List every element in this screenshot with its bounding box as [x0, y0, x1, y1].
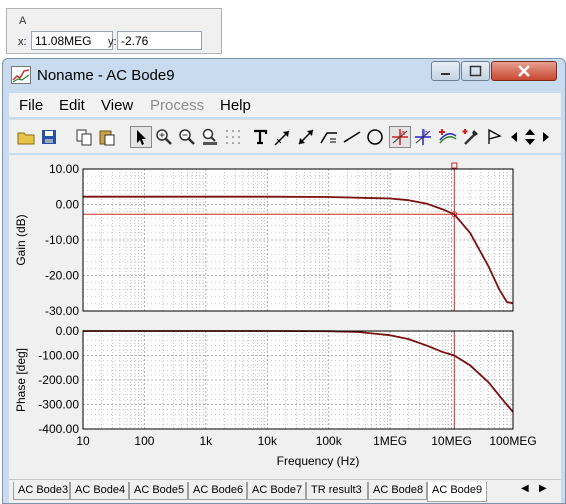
menu-bar: File Edit View Process Help [9, 93, 561, 117]
line-icon[interactable] [341, 126, 363, 148]
x-value-field[interactable]: 11.08MEG [31, 31, 113, 50]
cursor-a-icon[interactable]: a [389, 126, 411, 148]
cursor-caption: A [19, 15, 27, 27]
minimize-button[interactable] [431, 61, 460, 81]
x-tick-label: 1k [200, 434, 214, 448]
menu-file[interactable]: File [19, 97, 43, 114]
tab-ac-bode9[interactable]: AC Bode9 [427, 482, 487, 502]
tab-ac-bode8[interactable]: AC Bode8 [368, 482, 427, 500]
y-tick-label: 0.00 [56, 324, 80, 338]
y-tick-label: -20.00 [45, 269, 79, 283]
tab-scroll-right-icon[interactable]: ▶ [539, 483, 547, 494]
cursor-b-icon[interactable]: b [412, 126, 434, 148]
scroll-left-icon[interactable] [507, 126, 519, 148]
svg-text:b: b [424, 130, 428, 137]
curve-annotation-icon[interactable] [318, 126, 340, 148]
y-tick-label: -30.00 [45, 304, 79, 318]
x-tick-label: 10MEG [431, 434, 472, 448]
menu-process[interactable]: Process [150, 97, 204, 114]
zoom-out-icon[interactable] [176, 126, 198, 148]
x-tick-label: 100 [134, 434, 154, 448]
y-tick-label: 0.00 [56, 198, 80, 212]
circle-icon[interactable] [364, 126, 386, 148]
x-tick-label: 100k [316, 434, 343, 448]
toolbar: a b [9, 119, 561, 153]
dimension-icon[interactable] [295, 126, 317, 148]
tab-tr-result3[interactable]: TR result3 [306, 482, 368, 500]
paste-icon[interactable] [96, 126, 118, 148]
tab-ac-bode5[interactable]: AC Bode5 [129, 482, 188, 500]
x-tick-label: 10 [76, 434, 90, 448]
y-axis-label: Phase [deg] [14, 348, 28, 412]
tab-ac-bode6[interactable]: AC Bode6 [188, 482, 247, 500]
close-button[interactable] [491, 61, 557, 81]
y-tick-label: -300.00 [38, 398, 79, 412]
tab-ac-bode3[interactable]: AC Bode3 [13, 482, 70, 500]
select-arrow-icon[interactable] [130, 126, 152, 148]
menu-view[interactable]: View [101, 97, 133, 114]
save-icon[interactable] [38, 126, 60, 148]
window-title: Noname - AC Bode9 [37, 67, 175, 84]
copy-icon[interactable] [73, 126, 95, 148]
y-label: y: [108, 36, 117, 48]
grid-icon[interactable] [222, 126, 244, 148]
cursor-a-handle [451, 162, 458, 169]
y-tick-label: -10.00 [45, 233, 79, 247]
menu-help[interactable]: Help [220, 97, 251, 114]
menu-edit[interactable]: Edit [59, 97, 85, 114]
add-trace-icon[interactable] [437, 126, 459, 148]
y-axis-label: Gain (dB) [14, 214, 28, 265]
arrow-annotation-icon[interactable] [272, 126, 294, 148]
x-tick-label: 10k [258, 434, 278, 448]
scroll-right-icon[interactable] [539, 126, 551, 148]
y-tick-label: -100.00 [38, 349, 79, 363]
zoom-100-icon[interactable] [199, 126, 221, 148]
cursor-readout-panel: A x: 11.08MEG y: -2.76 [6, 8, 222, 54]
tab-bar: AC Bode3 AC Bode4 AC Bode5 AC Bode6 AC Bode7… [9, 479, 561, 503]
plot-area[interactable]: 10.00 0.00 -10.00 -20.00 -30.00 Gain (dB) 0.00… [9, 155, 561, 479]
y-tick-label: -400.00 [38, 422, 79, 436]
text-icon[interactable] [249, 126, 271, 148]
y-tick-label: -200.00 [38, 373, 79, 387]
scroll-updown-icon[interactable] [521, 126, 537, 148]
tab-ac-bode4[interactable]: AC Bode4 [70, 482, 129, 500]
app-icon [11, 66, 31, 84]
y-tick-label: 10.00 [49, 162, 79, 176]
x-tick-label: 1MEG [373, 434, 407, 448]
x-axis-label: Frequency (Hz) [277, 454, 360, 468]
analysis-window: Noname - AC Bode9 File Edit View Process… [2, 58, 566, 504]
open-icon[interactable] [15, 126, 37, 148]
maximize-button[interactable] [461, 61, 490, 81]
title-bar[interactable]: Noname - AC Bode9 [3, 59, 565, 91]
svg-text:a: a [401, 130, 405, 137]
tab-scroll-left-icon[interactable]: ◀ [521, 483, 529, 494]
probe-icon[interactable] [460, 126, 482, 148]
tab-ac-bode7[interactable]: AC Bode7 [247, 482, 306, 500]
x-label: x: [18, 36, 27, 48]
x-tick-label: 100MEG [489, 434, 536, 448]
bode-plot[interactable]: 10.00 0.00 -10.00 -20.00 -30.00 Gain (dB) 0.00… [9, 155, 561, 479]
flag-icon[interactable] [483, 126, 505, 148]
y-value-field[interactable]: -2.76 [117, 31, 202, 50]
zoom-in-icon[interactable] [153, 126, 175, 148]
